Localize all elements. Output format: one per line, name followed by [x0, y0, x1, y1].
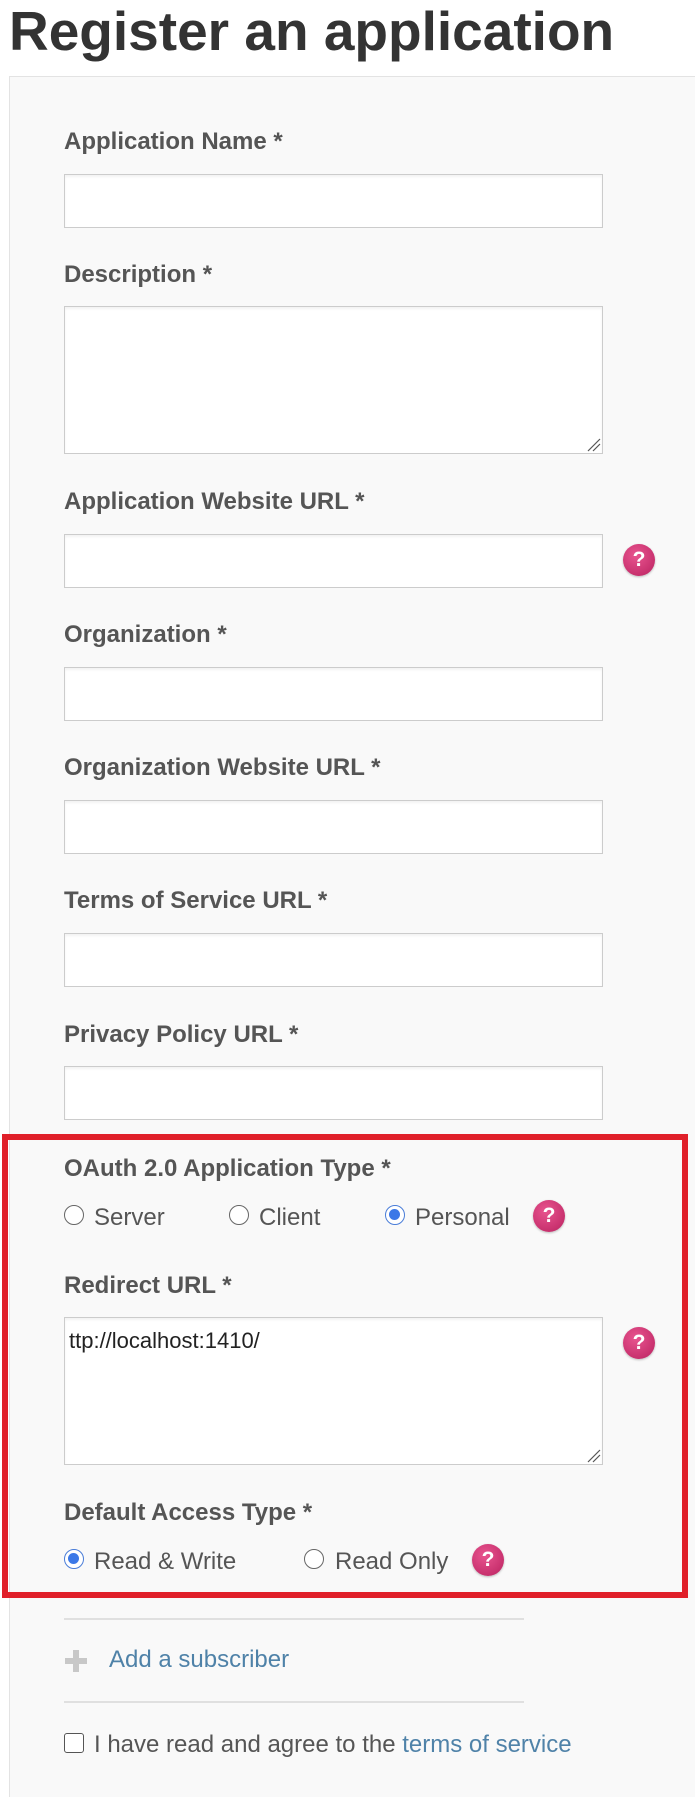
- divider: [64, 1701, 524, 1703]
- redirect-url-textarea[interactable]: ttp://localhost:1410/: [64, 1317, 603, 1465]
- access-type-radio-read-only[interactable]: [304, 1549, 324, 1569]
- resize-grip-icon[interactable]: [585, 1447, 601, 1463]
- privacy-url-label: Privacy Policy URL *: [64, 1021, 299, 1048]
- access-type-label-read-only[interactable]: Read Only: [335, 1548, 448, 1576]
- resize-grip-icon[interactable]: [585, 436, 601, 452]
- oauth-type-radio-client[interactable]: [229, 1205, 249, 1225]
- oauth-type-label-client[interactable]: Client: [259, 1204, 320, 1232]
- divider: [64, 1618, 524, 1620]
- oauth-type-radio-server[interactable]: [64, 1205, 84, 1225]
- agree-text: I have read and agree to the terms of se…: [94, 1731, 572, 1759]
- question-mark-circle-icon[interactable]: ?: [623, 1327, 655, 1359]
- description-label: Description *: [64, 261, 213, 288]
- terms-of-service-link[interactable]: terms of service: [402, 1731, 571, 1758]
- oauth-type-label-personal[interactable]: Personal: [415, 1204, 510, 1232]
- question-mark-circle-icon[interactable]: ?: [533, 1200, 565, 1232]
- access-type-label-read-write[interactable]: Read & Write: [94, 1548, 236, 1576]
- oauth-type-label: OAuth 2.0 Application Type *: [64, 1155, 391, 1182]
- app-name-input[interactable]: [64, 174, 603, 228]
- question-mark-circle-icon[interactable]: ?: [472, 1544, 504, 1576]
- description-textarea[interactable]: [64, 306, 603, 454]
- app-website-label: Application Website URL *: [64, 488, 365, 515]
- redirect-url-label: Redirect URL *: [64, 1272, 232, 1299]
- organization-label: Organization *: [64, 621, 227, 648]
- agree-prefix: I have read and agree to the: [94, 1731, 403, 1758]
- app-name-label: Application Name *: [64, 128, 283, 155]
- oauth-type-label-server[interactable]: Server: [94, 1204, 165, 1232]
- page-title: Register an application: [9, 0, 615, 62]
- oauth-type-radio-personal[interactable]: [385, 1205, 405, 1225]
- organization-input[interactable]: [64, 667, 603, 721]
- org-website-label: Organization Website URL *: [64, 754, 381, 781]
- tos-url-label: Terms of Service URL *: [64, 887, 328, 914]
- access-type-radio-read-write[interactable]: [64, 1549, 84, 1569]
- add-subscriber-link[interactable]: Add a subscriber: [109, 1646, 289, 1674]
- access-type-label: Default Access Type *: [64, 1499, 313, 1526]
- tos-url-input[interactable]: [64, 933, 603, 987]
- plus-icon[interactable]: [64, 1649, 88, 1673]
- app-website-input[interactable]: [64, 534, 603, 588]
- org-website-input[interactable]: [64, 800, 603, 854]
- agree-checkbox[interactable]: [64, 1733, 84, 1753]
- privacy-url-input[interactable]: [64, 1066, 603, 1120]
- question-mark-circle-icon[interactable]: ?: [623, 544, 655, 576]
